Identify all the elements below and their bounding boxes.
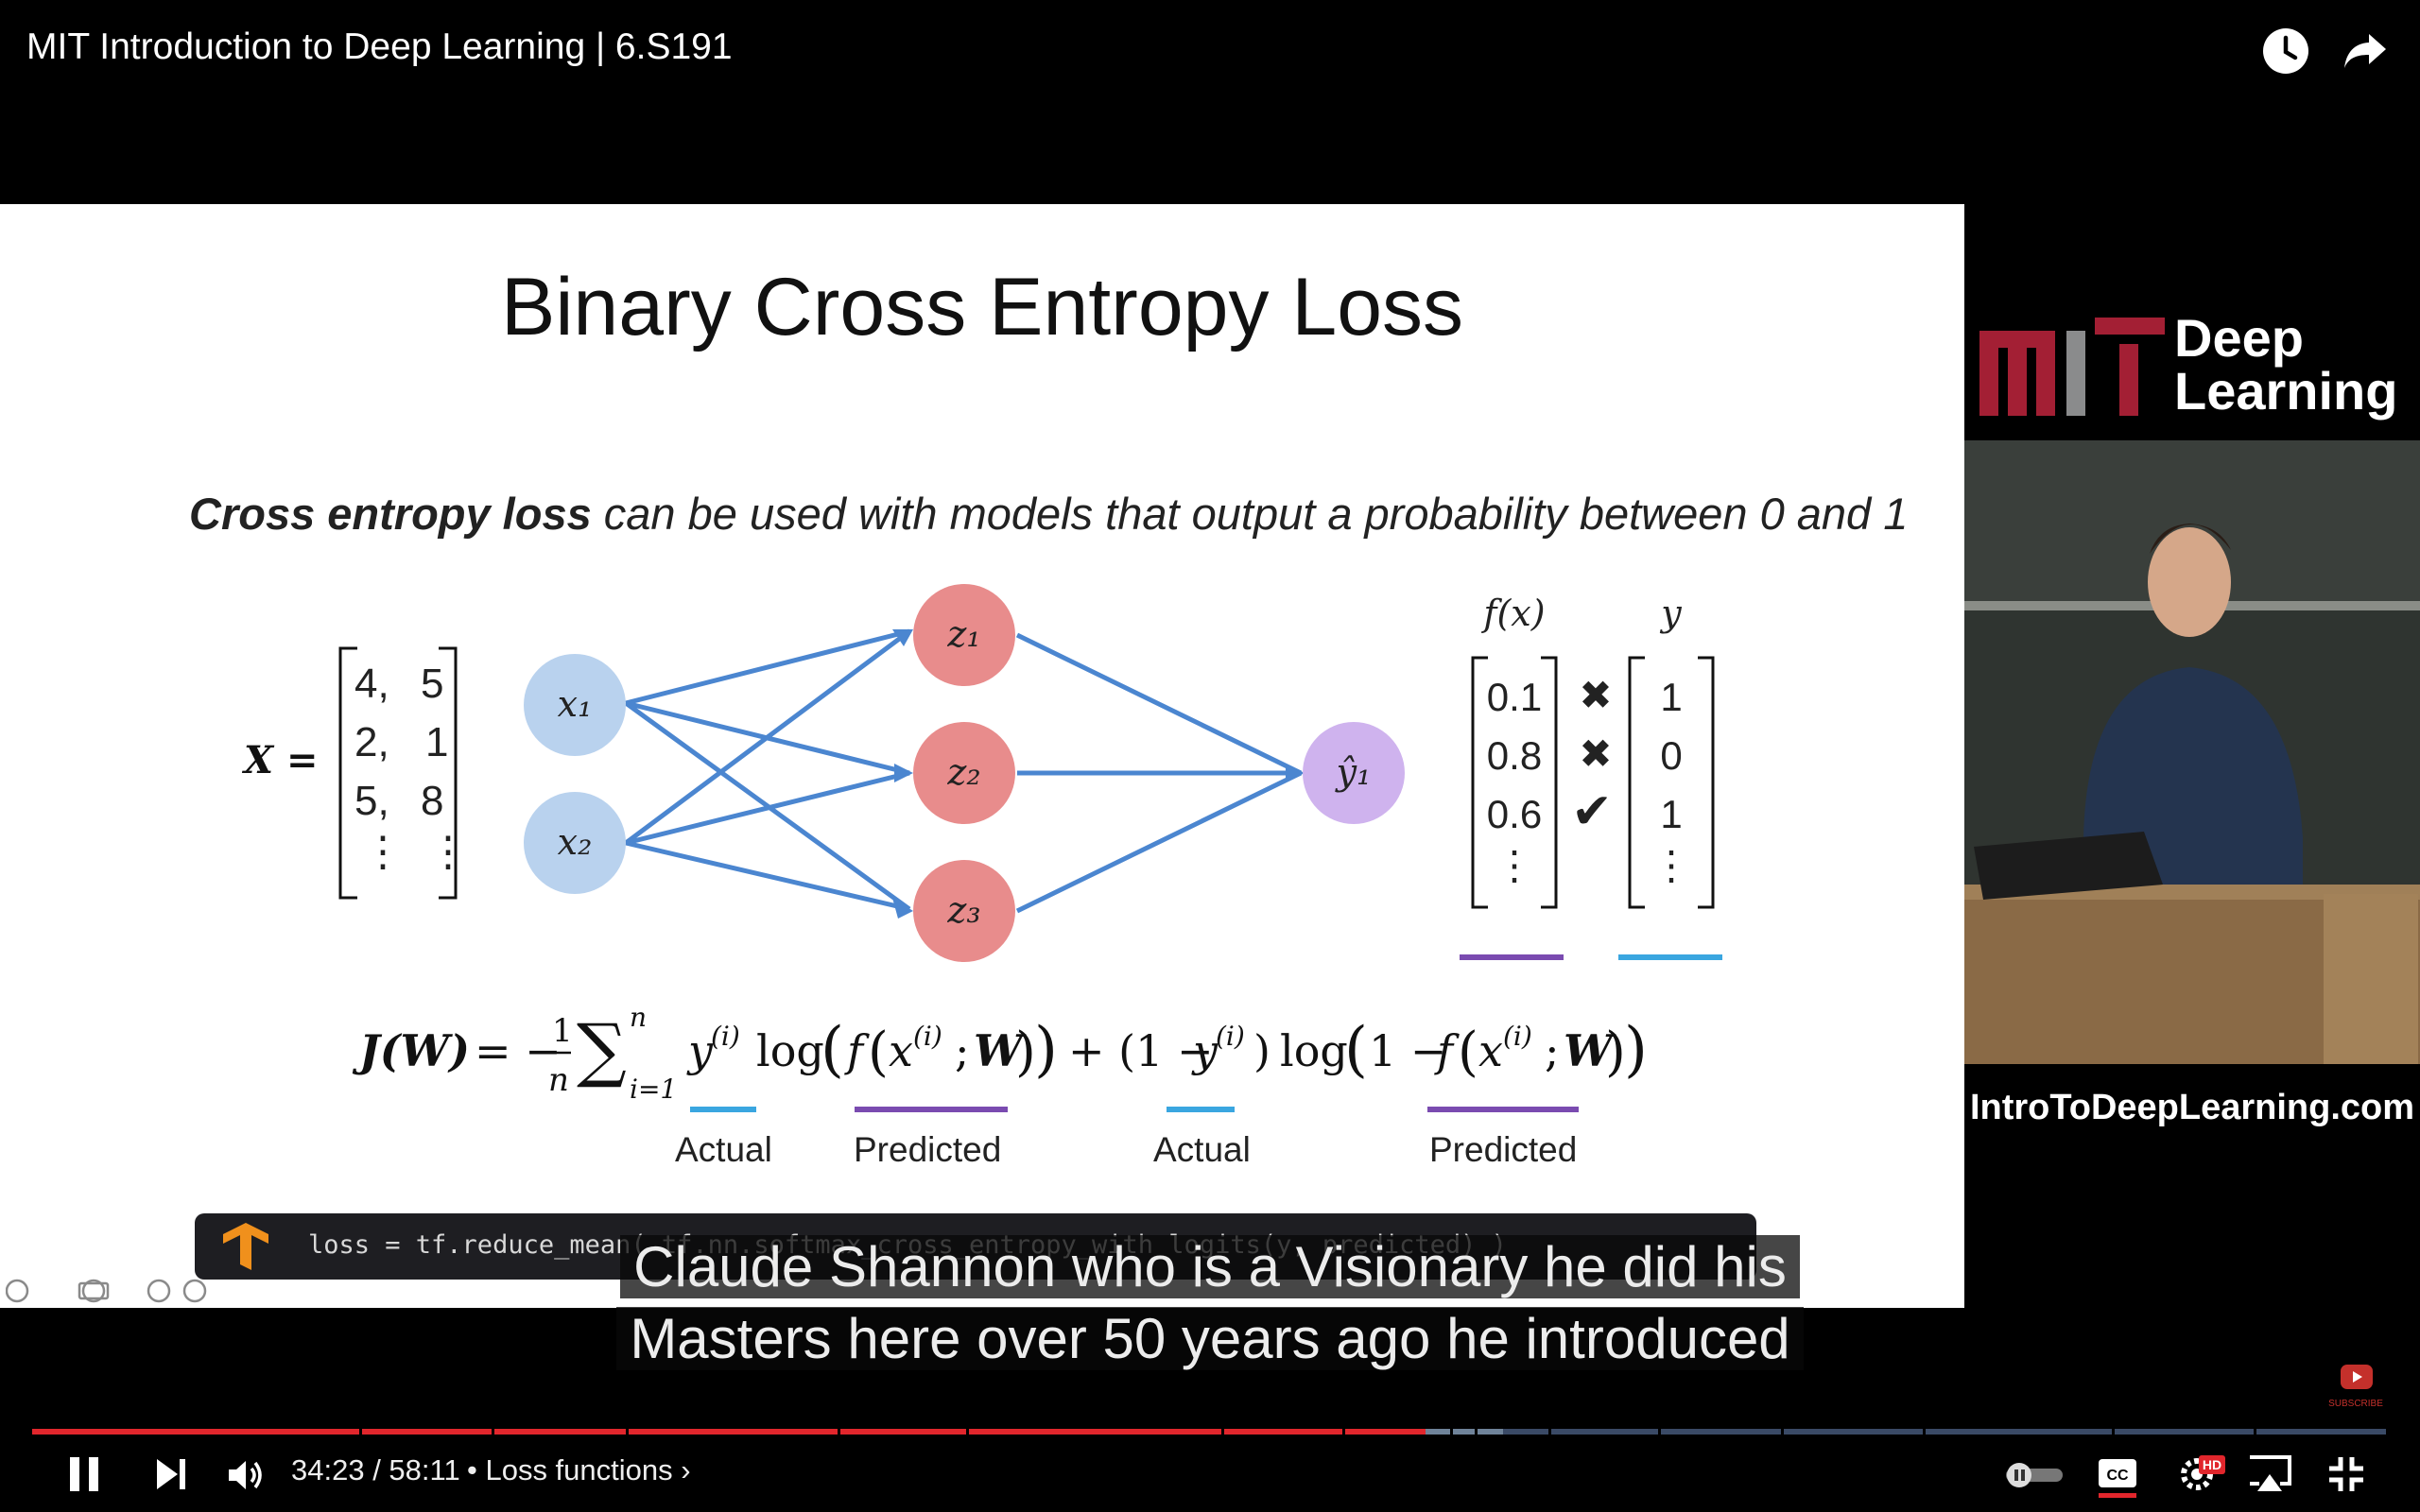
- annotation-actual: Actual: [1153, 1130, 1251, 1169]
- svg-text:1: 1: [552, 1012, 573, 1050]
- brand-line: Deep: [2174, 308, 2304, 368]
- fx-value: 0.6: [1487, 792, 1542, 836]
- website-url[interactable]: IntroToDeepLearning.com: [1964, 1088, 2420, 1128]
- svg-text:(: (: [1458, 1022, 1478, 1083]
- y-value: ⋮: [1651, 843, 1691, 887]
- matrix-cell: ⋮: [427, 829, 469, 875]
- svg-text:): ): [1624, 1015, 1648, 1085]
- caption-line: Claude Shannon who is a Visionary he did…: [0, 1234, 2420, 1299]
- svg-text:HD: HD: [2203, 1457, 2221, 1472]
- svg-text:): ): [1605, 1022, 1626, 1083]
- speaker-panel: Deep Learning IntroToDeepLearning.com: [1964, 204, 2420, 1308]
- annotation-actual: Actual: [675, 1130, 772, 1169]
- svg-text:f: f: [1434, 1025, 1460, 1076]
- captions-icon[interactable]: CC: [2097, 1455, 2138, 1499]
- svg-text:(: (: [868, 1022, 889, 1083]
- annotation-predicted: Predicted: [1429, 1130, 1578, 1169]
- svg-text:(: (: [1344, 1015, 1368, 1085]
- next-video-icon[interactable]: [155, 1457, 187, 1491]
- svg-text:J(W): J(W): [352, 1025, 470, 1076]
- volume-icon[interactable]: [227, 1457, 267, 1493]
- exit-fullscreen-icon[interactable]: [2327, 1455, 2365, 1493]
- svg-text:;: ;: [955, 1025, 970, 1076]
- matrix-cell: 5,: [354, 778, 389, 824]
- svg-text:∑: ∑: [577, 1009, 627, 1091]
- svg-text:(i): (i): [1503, 1021, 1532, 1052]
- clock-icon[interactable]: [2261, 26, 2310, 76]
- brand-text: Deep Learning: [2174, 312, 2397, 418]
- annotation-predicted: Predicted: [854, 1130, 1002, 1169]
- airplay-icon[interactable]: [2246, 1453, 2293, 1495]
- matrix-label: X =: [241, 738, 318, 782]
- check-mark-icon: ✔: [1571, 784, 1613, 839]
- svg-text:): ): [1253, 1025, 1270, 1076]
- svg-text:log: log: [1280, 1025, 1348, 1076]
- mit-logo: [1979, 318, 2165, 416]
- svg-text:CC: CC: [2106, 1468, 2129, 1484]
- caption-text: Masters here over 50 years ago he introd…: [616, 1307, 1804, 1370]
- matrix-cell: 5: [421, 661, 443, 707]
- node-label: z₂: [946, 751, 980, 793]
- svg-text:(: (: [821, 1015, 844, 1085]
- y-value: 0: [1660, 733, 1682, 778]
- svg-text:): ): [1015, 1022, 1036, 1083]
- matrix-cell: 8: [421, 778, 443, 824]
- svg-text:log: log: [756, 1025, 824, 1076]
- caption-line: Masters here over 50 years ago he introd…: [0, 1306, 2420, 1371]
- video-title[interactable]: MIT Introduction to Deep Learning | 6.S1…: [26, 26, 733, 68]
- svg-text:+ (1 −: + (1 −: [1068, 1025, 1214, 1076]
- svg-text:;: ;: [1545, 1025, 1560, 1076]
- svg-text:(i): (i): [711, 1021, 740, 1052]
- fx-header: f(x): [1480, 593, 1545, 634]
- svg-text:(i): (i): [1216, 1021, 1245, 1052]
- svg-text:f: f: [844, 1025, 870, 1076]
- brand-line: Learning: [2174, 361, 2398, 421]
- matrix-cell: 2,: [354, 719, 389, 765]
- fx-value: 0.8: [1487, 733, 1542, 778]
- svg-text:SUBSCRIBE: SUBSCRIBE: [2328, 1399, 2383, 1409]
- svg-text:(i): (i): [913, 1021, 942, 1052]
- y-value: 1: [1660, 792, 1682, 836]
- fx-value: ⋮: [1495, 843, 1534, 887]
- wrong-mark-icon: ✖: [1579, 673, 1612, 717]
- svg-text:): ): [1034, 1015, 1058, 1085]
- y-header: y: [1659, 593, 1682, 634]
- settings-gear-icon[interactable]: HD: [2174, 1453, 2225, 1491]
- time-display: 34:23 / 58:11: [291, 1453, 460, 1486]
- caption-text: Claude Shannon who is a Visionary he did…: [620, 1235, 1800, 1298]
- lecture-slide: Binary Cross Entropy Loss Cross entropy …: [0, 204, 1964, 1308]
- loss-formula: J(W) = − 1 n ∑ n i=1 y (i) log ( f ( x (…: [352, 1002, 1648, 1105]
- player-controls: 34:23 / 58:11 • Loss functions › CC HD: [0, 1446, 2420, 1512]
- subscribe-watermark-icon[interactable]: SUBSCRIBE: [2327, 1361, 2384, 1412]
- svg-text:n: n: [548, 1061, 569, 1099]
- matrix-cell: ⋮: [362, 829, 404, 875]
- node-label: z₃: [946, 889, 980, 931]
- svg-text:y: y: [686, 1025, 714, 1076]
- matrix-cell: 4,: [354, 661, 389, 707]
- node-label: ŷ₁: [1335, 751, 1372, 793]
- svg-text:x: x: [1478, 1025, 1503, 1076]
- wrong-mark-icon: ✖: [1579, 731, 1612, 776]
- node-label: z₁: [946, 613, 980, 655]
- fx-value: 0.1: [1487, 675, 1542, 719]
- svg-text:n: n: [630, 1002, 647, 1033]
- node-label: x₂: [558, 821, 593, 863]
- svg-text:i=1: i=1: [630, 1074, 677, 1105]
- svg-text:1 −: 1 −: [1369, 1025, 1446, 1076]
- video-top-bar: MIT Introduction to Deep Learning | 6.S1…: [0, 0, 2420, 104]
- svg-text:x: x: [889, 1025, 913, 1076]
- share-arrow-icon[interactable]: [2341, 26, 2390, 76]
- svg-text:y: y: [1191, 1025, 1219, 1076]
- speaker-video-image: [1964, 440, 2420, 1064]
- y-value: 1: [1660, 675, 1682, 719]
- progress-bar[interactable]: [32, 1427, 2386, 1436]
- node-label: x₁: [558, 683, 593, 725]
- pause-icon[interactable]: [66, 1453, 104, 1495]
- autoplay-toggle[interactable]: [2004, 1461, 2065, 1489]
- matrix-cell: 1: [425, 719, 448, 765]
- chapter-title[interactable]: • Loss functions ›: [467, 1453, 691, 1487]
- progress-played: [32, 1429, 1426, 1435]
